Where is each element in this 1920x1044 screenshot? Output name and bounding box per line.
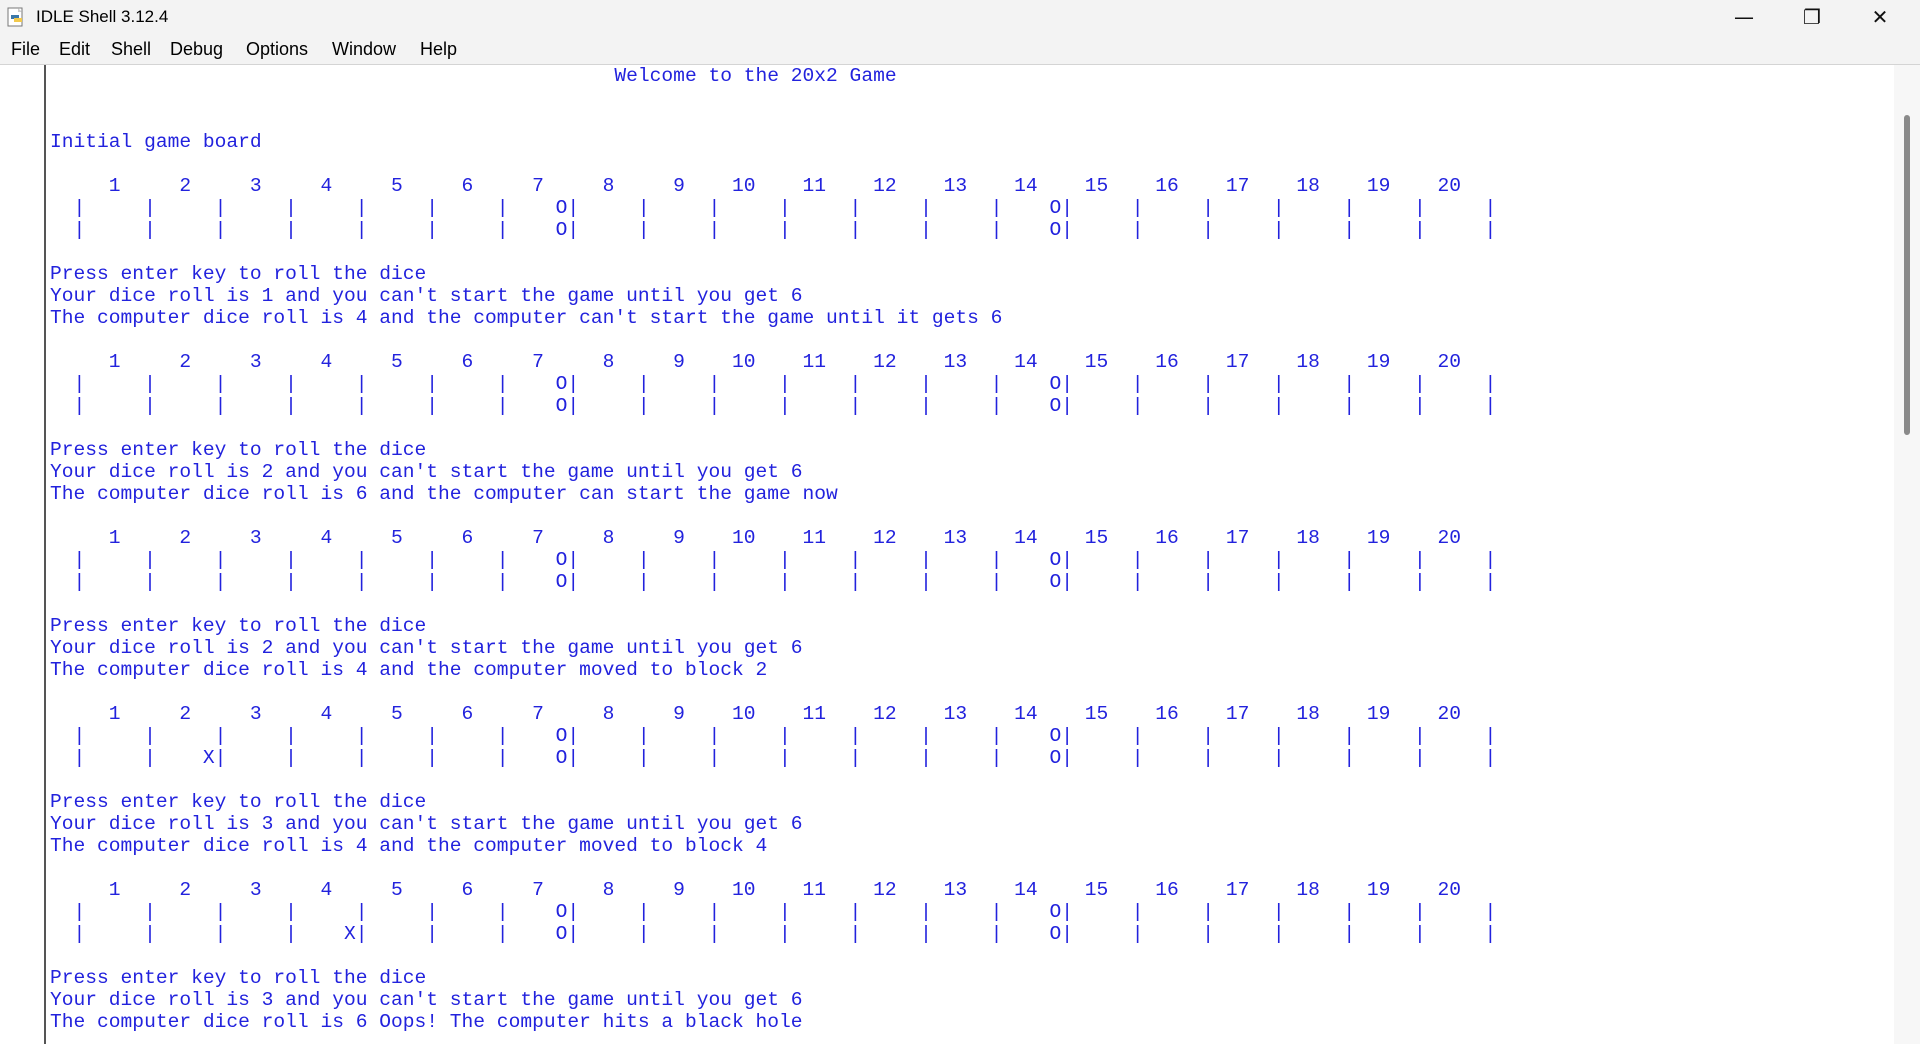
- shell-line: Press enter key to roll the dice: [50, 615, 427, 637]
- shell-line: Press enter key to roll the dice: [50, 439, 427, 461]
- maximize-button[interactable]: ❐: [1778, 0, 1846, 34]
- title-bar: IDLE Shell 3.12.4 — ❐ ✕: [0, 0, 1920, 34]
- board-header: 1 2 3 4 5 6 7 8 9 10 11 12 13 14 15 16 1…: [50, 879, 1461, 901]
- shell-line: Your dice roll is 2 and you can't start …: [50, 461, 803, 483]
- board-row: | | | | | | | O| | | | | | | O| | | | | …: [50, 373, 1497, 395]
- shell-line: The computer dice roll is 6 Oops! The co…: [50, 1011, 803, 1033]
- shell-line: Your dice roll is 1 and you can't start …: [50, 285, 803, 307]
- board-row: | | | | | | | O| | | | | | | O| | | | | …: [50, 197, 1497, 219]
- vertical-scrollbar[interactable]: [1894, 65, 1920, 1044]
- scrollbar-thumb[interactable]: [1904, 115, 1910, 435]
- shell-line: Your dice roll is 2 and you can't start …: [50, 637, 803, 659]
- board-header: 1 2 3 4 5 6 7 8 9 10 11 12 13 14 15 16 1…: [50, 175, 1461, 197]
- shell-line: Welcome to the 20x2 Game: [50, 65, 897, 87]
- shell-text: Welcome to the 20x2 Game Initial game bo…: [50, 65, 1496, 1033]
- board-row: | | | | | | | O| | | | | | | O| | | | | …: [50, 549, 1497, 571]
- menu-bar: File Edit Shell Debug Options Window Hel…: [0, 34, 1920, 65]
- menu-edit[interactable]: Edit: [59, 39, 90, 60]
- shell-line: The computer dice roll is 4 and the comp…: [50, 835, 768, 857]
- menu-options[interactable]: Options: [246, 39, 308, 60]
- shell-line: Press enter key to roll the dice: [50, 263, 427, 285]
- window-title: IDLE Shell 3.12.4: [36, 7, 169, 26]
- shell-line: The computer dice roll is 4 and the comp…: [50, 659, 768, 681]
- menu-debug[interactable]: Debug: [170, 39, 223, 60]
- menu-shell[interactable]: Shell: [111, 39, 151, 60]
- shell-line: Your dice roll is 3 and you can't start …: [50, 813, 803, 835]
- board-row: | | | | | | | O| | | | | | | O| | | | | …: [50, 395, 1497, 417]
- shell-line: Your dice roll is 3 and you can't start …: [50, 989, 803, 1011]
- close-button[interactable]: ✕: [1846, 0, 1914, 34]
- board-header: 1 2 3 4 5 6 7 8 9 10 11 12 13 14 15 16 1…: [50, 703, 1461, 725]
- shell-line: The computer dice roll is 4 and the comp…: [50, 307, 1003, 329]
- board-row: | | | | X| | | O| | | | | | | O| | | | |…: [50, 923, 1497, 945]
- line-gutter: [0, 65, 46, 1044]
- board-row: | | X| | | | | O| | | | | | | O| | | | |…: [50, 747, 1497, 769]
- board-header: 1 2 3 4 5 6 7 8 9 10 11 12 13 14 15 16 1…: [50, 527, 1461, 549]
- shell-line: Press enter key to roll the dice: [50, 967, 427, 989]
- board-header: 1 2 3 4 5 6 7 8 9 10 11 12 13 14 15 16 1…: [50, 351, 1461, 373]
- board-row: | | | | | | | O| | | | | | | O| | | | | …: [50, 901, 1497, 923]
- shell-line: The computer dice roll is 6 and the comp…: [50, 483, 838, 505]
- shell-output-area[interactable]: Welcome to the 20x2 Game Initial game bo…: [46, 65, 1894, 1044]
- menu-window[interactable]: Window: [332, 39, 396, 60]
- menu-file[interactable]: File: [11, 39, 40, 60]
- menu-help[interactable]: Help: [420, 39, 457, 60]
- minimize-button[interactable]: —: [1710, 0, 1778, 34]
- shell-line: Initial game board: [50, 131, 262, 153]
- board-row: | | | | | | | O| | | | | | | O| | | | | …: [50, 219, 1497, 241]
- board-row: | | | | | | | O| | | | | | | O| | | | | …: [50, 571, 1497, 593]
- shell-line: Press enter key to roll the dice: [50, 791, 427, 813]
- python-idle-icon: [7, 7, 23, 27]
- board-row: | | | | | | | O| | | | | | | O| | | | | …: [50, 725, 1497, 747]
